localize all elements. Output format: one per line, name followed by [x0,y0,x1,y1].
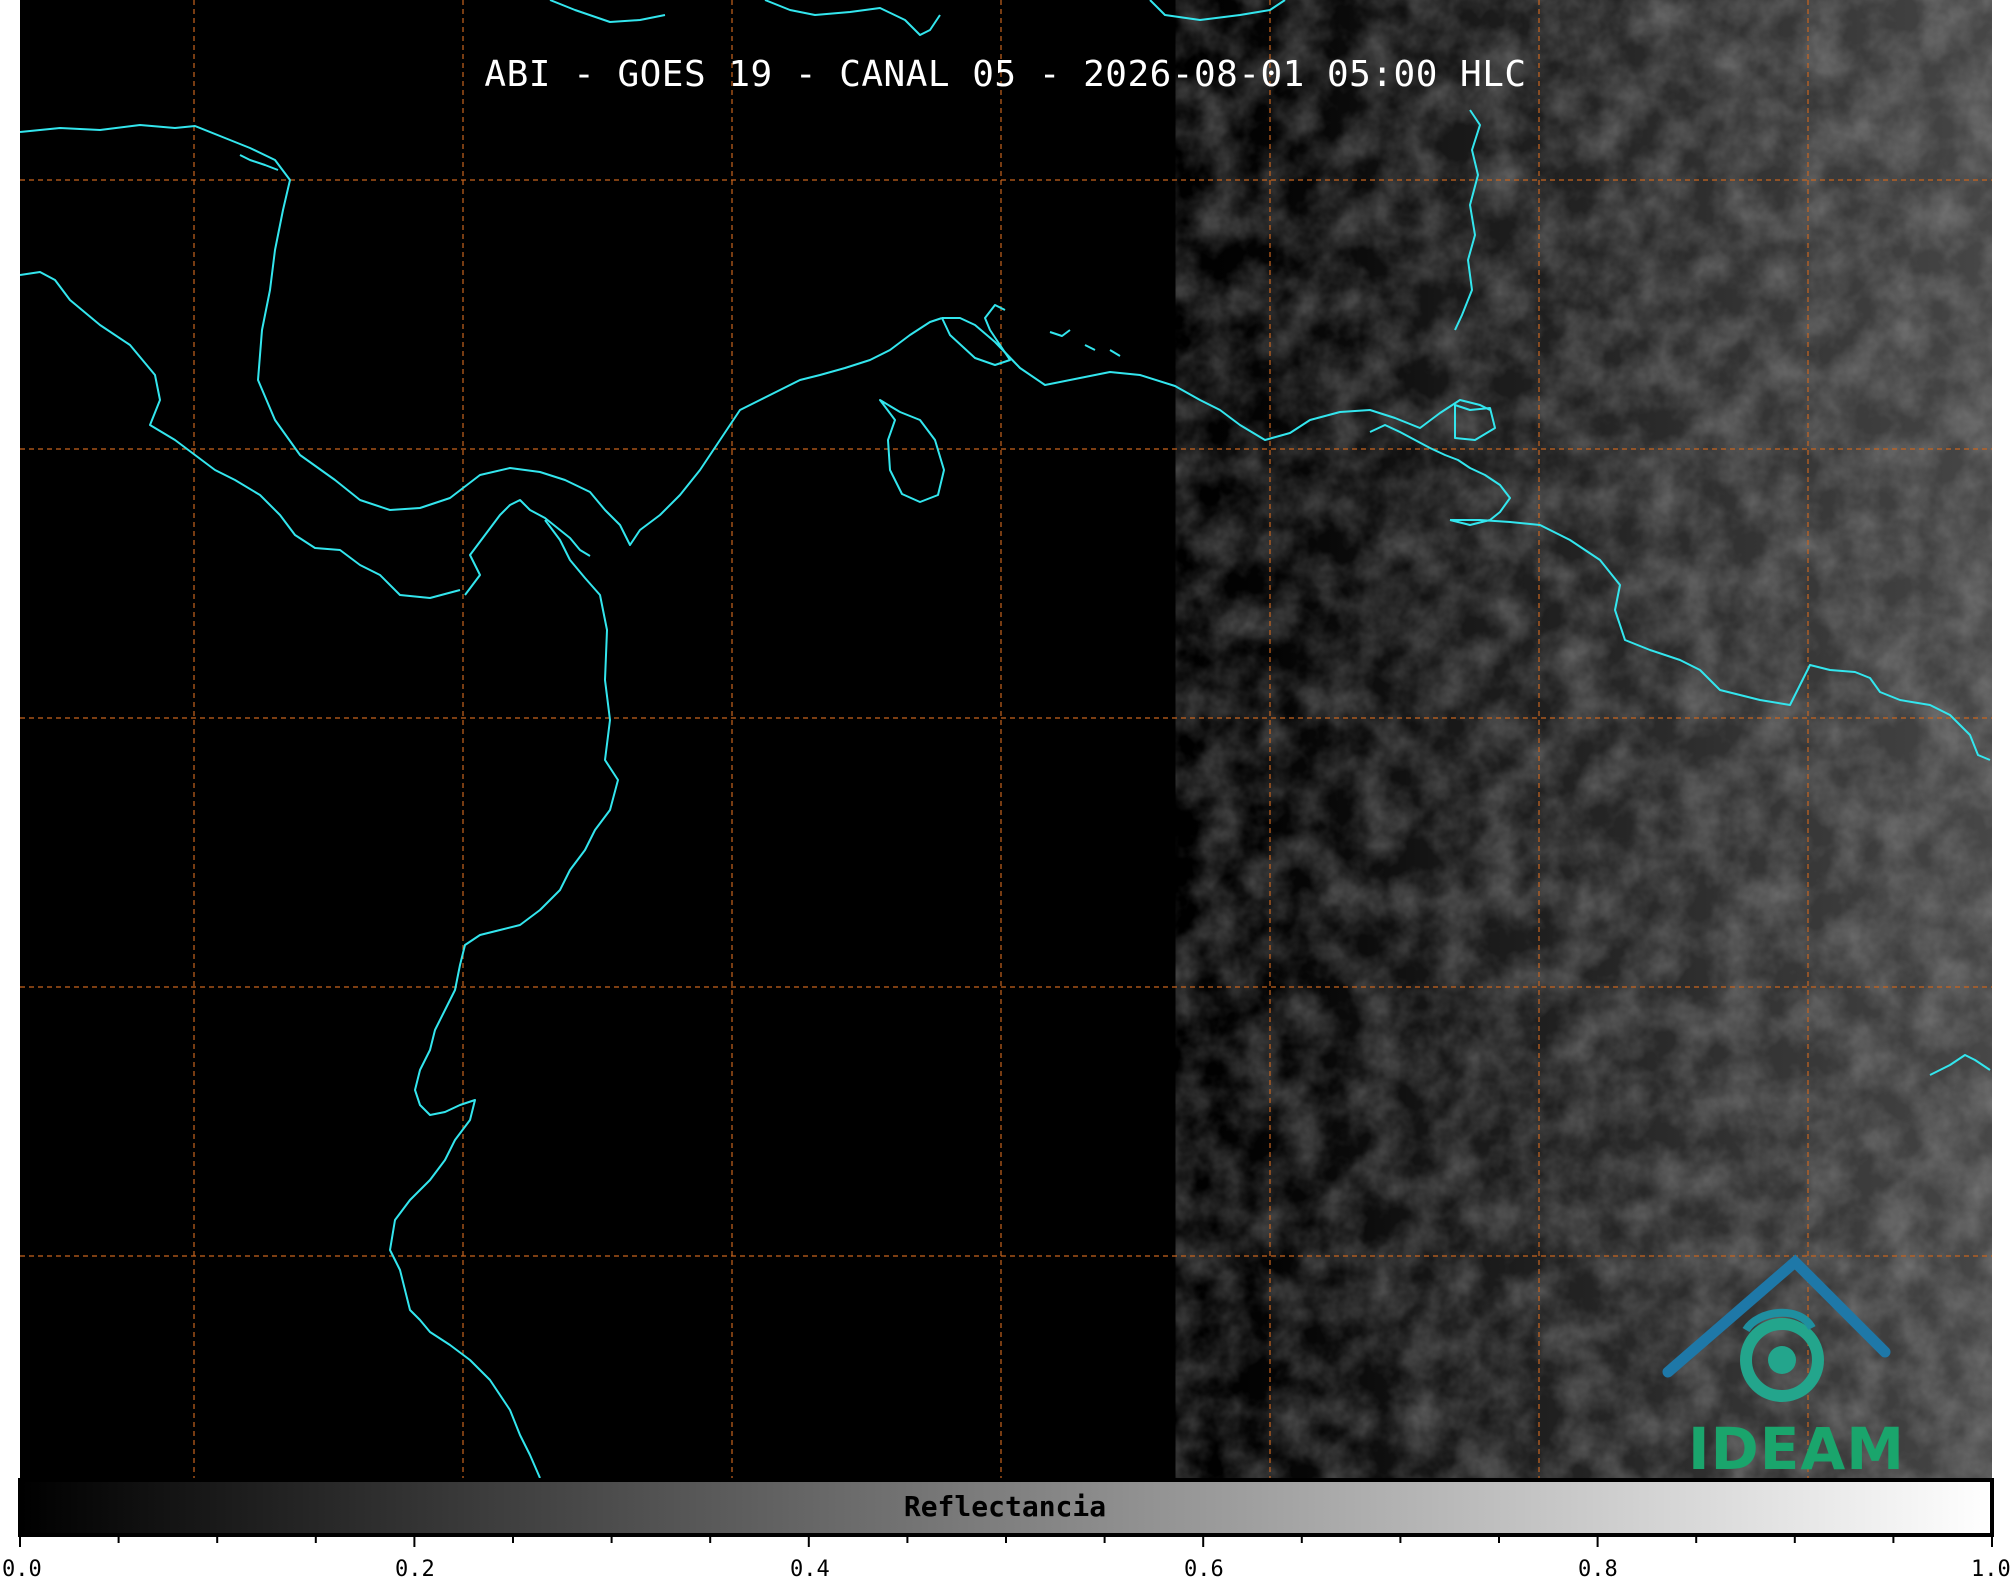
colorbar-tick-label: 0.0 [2,1557,42,1577]
satellite-map [18,0,1994,1547]
colorbar-tick-label: 0.4 [790,1557,830,1577]
ideam-logo-text: IDEAM [1688,1415,1905,1483]
colorbar-ticks [19,1535,1993,1547]
colorbar-label: Reflectancia [903,1490,1107,1523]
image-title: ABI - GOES 19 - CANAL 05 - 2026-08-01 05… [484,54,1527,95]
colorbar-tick-label: 0.8 [1578,1557,1618,1577]
colorbar-tick-label: 0.6 [1184,1557,1224,1577]
colorbar-tick-label: 1.0 [1971,1557,2011,1577]
colorbar-tick-label: 0.2 [395,1557,435,1577]
satellite-image-viewer: ABI - GOES 19 - CANAL 05 - 2026-08-01 05… [0,0,2011,1577]
